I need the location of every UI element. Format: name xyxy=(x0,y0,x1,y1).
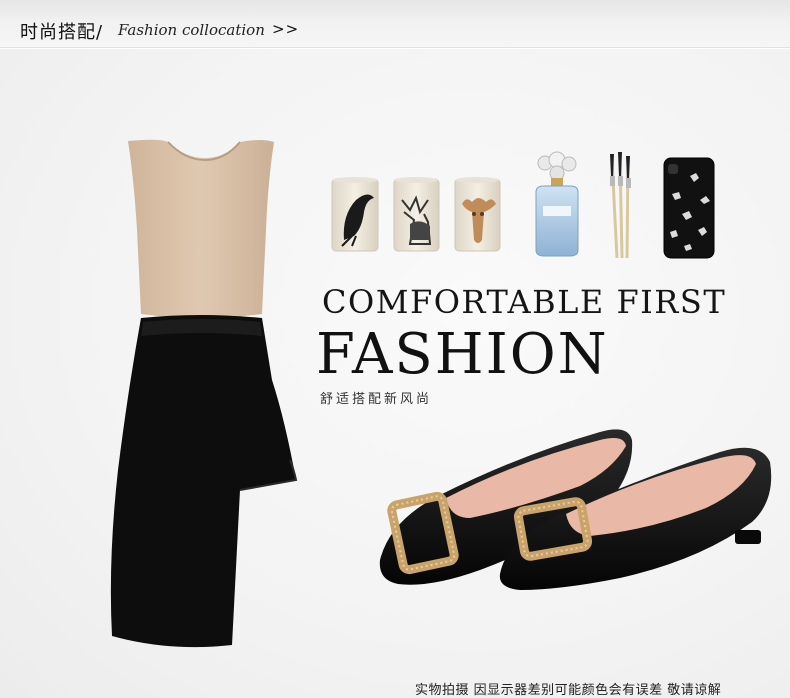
deer-cup-icon[interactable] xyxy=(393,177,440,252)
bird-cup-icon[interactable] xyxy=(331,177,379,252)
sleeveless-top-icon[interactable] xyxy=(128,139,274,318)
phone-case-icon[interactable] xyxy=(663,157,715,259)
headline-fashion: FASHION xyxy=(316,322,609,387)
color-disclaimer: 实物拍摄 因显示器差别可能颜色会有误差 敬请谅解 xyxy=(415,683,722,698)
asymmetric-skirt-icon[interactable] xyxy=(110,315,298,648)
makeup-brushes-icon[interactable] xyxy=(610,152,631,259)
perfume-bottle-icon[interactable] xyxy=(535,151,579,257)
subtitle-cn: 舒适搭配新风尚 xyxy=(320,392,433,407)
headline-comfortable-first: COMFORTABLE FIRST xyxy=(322,283,727,321)
skull-cup-icon[interactable] xyxy=(454,177,501,252)
